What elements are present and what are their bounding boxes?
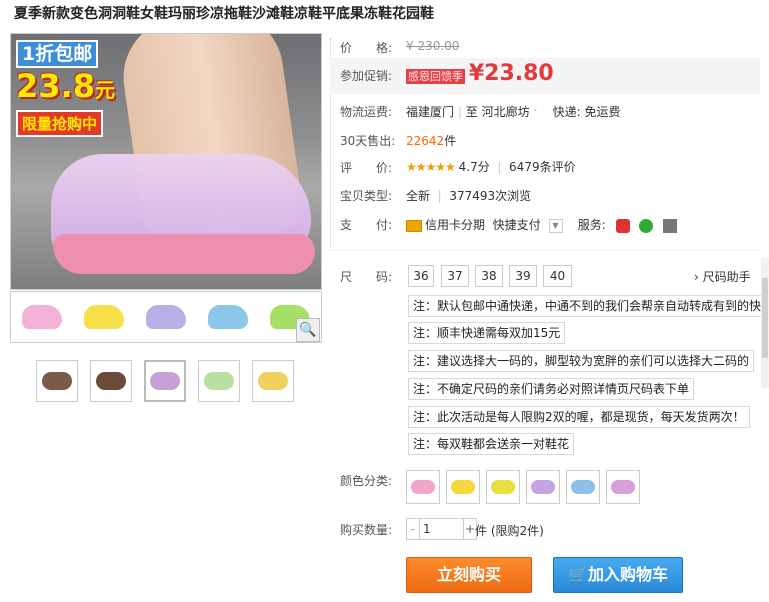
color-option-violet[interactable] [606,470,640,504]
rating-info: ★★★★★ 4.7分 | 6479条评价 [406,160,576,174]
chevron-right-icon: › [694,270,699,284]
payment-label: 支 付: [340,218,393,232]
shipping-info: 福建厦门 | 至 河北廊坊 ˇ 快递: 免运费 [406,105,621,119]
credit-card-icon [406,219,422,232]
size-option[interactable]: 36 [408,265,434,287]
type-info: 全新 | 377493次浏览 [406,189,532,203]
promotion-price: 感恩回馈季 ¥23.80 [406,61,554,86]
thumbnail[interactable] [252,360,294,402]
shipping-destination-dropdown[interactable]: 河北廊坊 ˇ [482,105,538,119]
service-7day-icon [615,218,630,233]
divider [330,250,760,251]
rating-label: 评 价: [340,161,393,175]
color-option-lemon[interactable] [486,470,520,504]
sale-price: 23.80 [484,61,554,86]
color-preview-strip [10,291,322,343]
thumbnail[interactable] [198,360,240,402]
shipping-label: 物流运费: [340,105,393,119]
quantity-input[interactable]: 1 [420,519,463,539]
quantity-limit: 件 (限购2件) [475,524,544,538]
add-to-cart-button[interactable]: 🛒加入购物车 [553,557,683,593]
size-option[interactable]: 37 [441,265,469,287]
price-label: 价 格: [340,41,393,55]
chevron-down-icon[interactable]: ▼ [548,218,563,233]
note-item: 注：默认包邮中通快递，中通不到的我们会帮亲自动转成有到的快递 [408,295,769,317]
cart-icon: 🛒 [568,565,588,584]
note-item: 注：建议选择大一码的，脚型较为宽胖的亲们可以选择大二码的 [408,350,755,372]
reviews-link[interactable]: 6479条评价 [509,160,576,174]
sales-count: 22642件 [406,134,457,148]
promo-limited: 限量抢购中 [16,110,104,137]
promotion-label: 参加促销: [340,69,393,83]
service-guarantee-icon [639,218,654,233]
color-option-blue[interactable] [566,470,600,504]
chevron-down-icon: ˇ [533,109,538,118]
thumbnail[interactable] [144,360,186,402]
service-badge-icon [663,218,678,233]
quantity-stepper: - 1 + [406,518,477,540]
promo-price: 23.8元 [16,67,115,105]
thumbnail-list [36,360,294,402]
color-option-purple[interactable] [526,470,560,504]
product-title: 夏季新款变色洞洞鞋女鞋玛丽珍凉拖鞋沙滩鞋凉鞋平底果冻鞋花园鞋 [14,6,434,22]
size-label: 尺 码: [340,270,393,284]
note-item: 注：不确定尺码的亲们请务必对照详情页尺码表下单 [408,378,695,400]
size-option[interactable]: 38 [475,265,503,287]
thumbnail[interactable] [90,360,132,402]
size-option[interactable]: 40 [543,265,572,287]
note-item: 注：此次活动是每人限购2双的喔，都是现货，每天发货两次！ [408,406,750,428]
color-option-yellow[interactable] [446,470,480,504]
size-option[interactable]: 39 [509,265,537,287]
promo-free-shipping: 1折包邮 [16,40,99,68]
color-option-pink[interactable] [406,470,440,504]
promotion-tag: 感恩回馈季 [406,69,465,84]
star-rating: ★★★★★ [406,160,456,174]
original-price: ¥ 230.00 [406,39,460,53]
quantity-label: 购买数量: [340,523,393,537]
sales-label: 30天售出: [340,134,396,148]
note-item: 注：顺丰快递需每双加15元 [408,322,566,344]
color-label: 颜色分类: [340,474,393,488]
scrollbar[interactable] [761,258,769,388]
buy-now-button[interactable]: 立刻购买 [406,557,532,593]
quantity-minus-button[interactable]: - [407,519,420,539]
magnifier-icon[interactable]: 🔍 [296,318,320,342]
payment-info: 信用卡分期 快捷支付 ▼ 服务: [406,216,678,233]
thumbnail[interactable] [36,360,78,402]
size-helper-link[interactable]: › 尺码助手 [694,268,751,285]
type-label: 宝贝类型: [340,189,393,203]
note-item: 注：每双鞋都会送亲一对鞋花 [408,433,575,455]
